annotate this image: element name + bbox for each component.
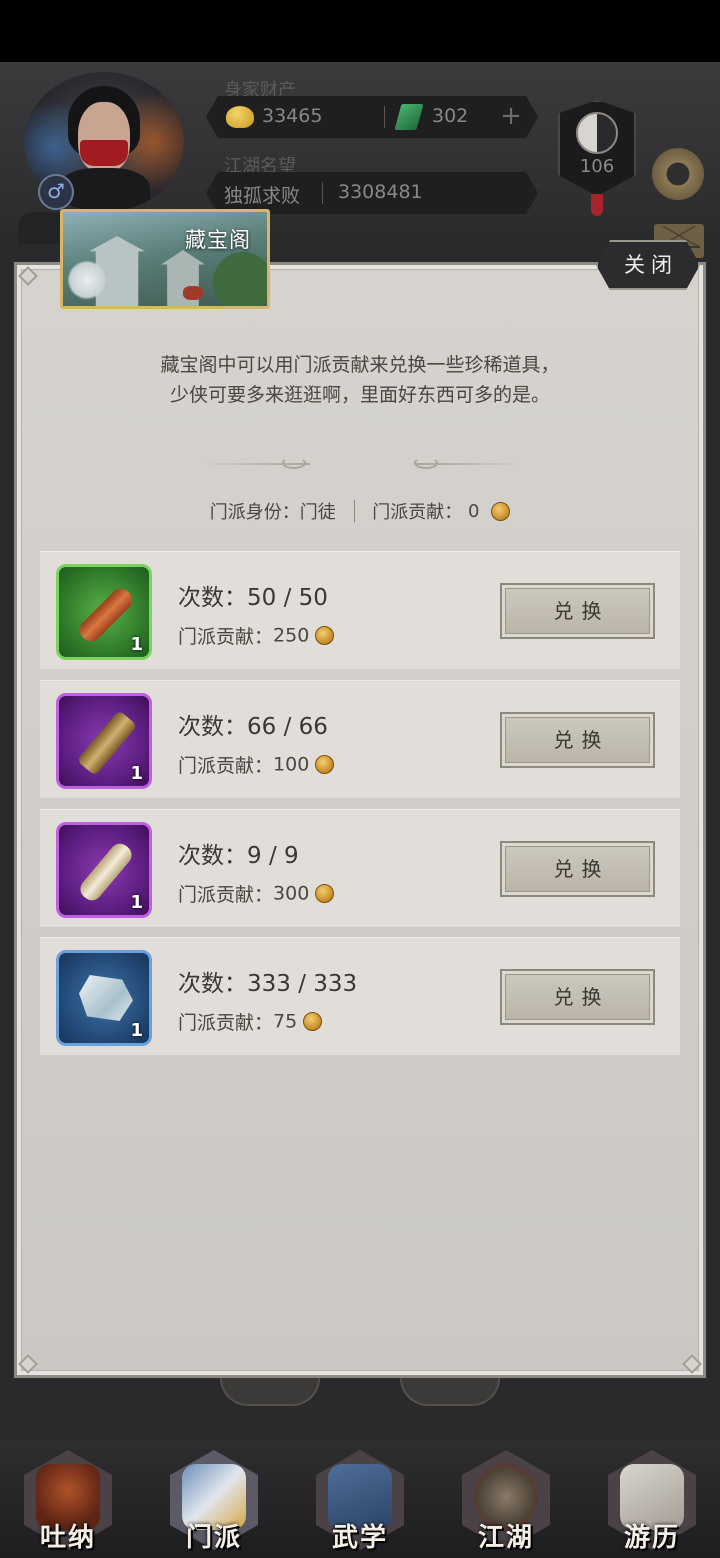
pavilion-tree <box>213 252 267 306</box>
wealth-separator <box>384 106 385 128</box>
add-currency-button[interactable]: + <box>496 102 526 132</box>
fame-bar: 独孤求败 3308481 <box>206 172 538 214</box>
contribution-coin-icon <box>315 884 335 903</box>
player-header: ♂ 身家财产 33465 302 + 江湖名望 独孤求败 3308481 106 <box>0 62 720 258</box>
cost-label: 门派贡献： <box>178 755 274 777</box>
exchange-item-row: 1 次数：9 / 9 门派贡献：300 兑换 <box>40 809 680 927</box>
gem-value: 302 <box>432 105 469 127</box>
gold-value: 33465 <box>262 105 323 127</box>
gold-ingot-icon <box>226 106 254 128</box>
exchange-button[interactable]: 兑换 <box>500 583 655 639</box>
fame-value: 3308481 <box>338 181 423 203</box>
fame-separator <box>322 182 323 204</box>
item-cost: 门派贡献：300 <box>178 880 335 907</box>
cost-value: 75 <box>273 1010 298 1033</box>
exchange-button[interactable]: 兑换 <box>500 712 655 768</box>
close-button[interactable]: 关闭 <box>596 240 700 290</box>
sect-status-line: 门派身份：门徒 门派贡献： 0 <box>0 498 720 524</box>
item-art <box>76 839 136 905</box>
background-ornament <box>400 1378 500 1406</box>
item-art <box>79 975 133 1021</box>
cost-value: 100 <box>273 753 310 776</box>
contribution-value: 0 <box>468 500 480 522</box>
cost-label: 门派贡献： <box>178 1012 274 1034</box>
sect-identity: 门派身份：门徒 <box>209 502 336 523</box>
exchange-item-row: 1 次数：333 / 333 门派贡献：75 兑换 <box>40 937 680 1055</box>
exchange-count: 次数：9 / 9 <box>178 843 299 869</box>
gender-icon: ♂ <box>38 174 74 210</box>
contribution-label: 门派贡献： <box>372 502 463 523</box>
contribution-coin-icon <box>491 501 511 521</box>
exchange-count: 次数：50 / 50 <box>178 585 328 611</box>
cost-label: 门派贡献： <box>178 884 274 906</box>
contribution-coin-icon <box>315 626 335 645</box>
status-separator <box>353 500 355 522</box>
nav-label: 武学 <box>331 1523 388 1553</box>
item-cost: 门派贡献：100 <box>178 751 335 778</box>
nav-item-jianghu[interactable]: 江湖 <box>456 1440 556 1558</box>
background-ornament <box>220 1378 320 1406</box>
red-scroll-icon[interactable]: 1 <box>56 564 152 660</box>
status-bar <box>0 0 720 62</box>
item-cost: 门派贡献：75 <box>178 1008 323 1035</box>
item-art <box>75 584 137 646</box>
nav-item-sect[interactable]: 门派 <box>164 1440 264 1558</box>
panel-corner-ornament <box>18 266 38 286</box>
bottom-nav: 吐纳 门派 武学 江湖 游历 <box>0 1440 720 1558</box>
exchange-count: 次数：66 / 66 <box>178 714 328 740</box>
cost-value: 250 <box>273 624 310 647</box>
pavilion-red-roof <box>183 286 203 300</box>
pavilion-blossom <box>67 260 107 300</box>
exchange-button[interactable]: 兑换 <box>500 841 655 897</box>
panel-corner-ornament <box>682 1354 702 1374</box>
player-level: 106 <box>579 156 615 177</box>
emblem-tassel <box>591 194 603 216</box>
wealth-bar: 33465 302 + <box>206 96 538 138</box>
nav-label: 游历 <box>623 1523 680 1553</box>
exchange-button[interactable]: 兑换 <box>500 969 655 1025</box>
pavilion-title-card: 藏宝阁 <box>60 209 270 309</box>
item-cost: 门派贡献：250 <box>178 622 335 649</box>
cost-label: 门派贡献： <box>178 626 274 648</box>
nav-label: 吐纳 <box>39 1523 96 1553</box>
dialog-title: 藏宝阁 <box>185 228 251 252</box>
nav-item-breathing[interactable]: 吐纳 <box>18 1440 118 1558</box>
description-line-1: 藏宝阁中可以用门派贡献来兑换一些珍稀道具， <box>160 354 560 376</box>
level-emblem[interactable]: 106 <box>558 92 636 216</box>
item-quantity: 1 <box>130 763 143 784</box>
exchange-count: 次数：333 / 333 <box>178 971 358 997</box>
contribution-coin-icon <box>315 755 335 774</box>
gear-icon[interactable] <box>652 148 704 200</box>
item-quantity: 1 <box>130 634 143 655</box>
divider-swirl-left <box>282 457 306 469</box>
description-line-2: 少侠可要多来逛逛啊，里面好东西可多的是。 <box>169 384 550 406</box>
exchange-item-row: 1 次数：66 / 66 门派贡献：100 兑换 <box>40 680 680 798</box>
item-art <box>76 710 138 776</box>
wood-plank-icon[interactable]: 1 <box>56 693 152 789</box>
nav-label: 江湖 <box>477 1523 534 1553</box>
divider-right <box>415 463 525 465</box>
jade-gem-icon <box>395 104 424 130</box>
nav-item-travel[interactable]: 游历 <box>602 1440 702 1558</box>
cost-value: 300 <box>273 882 310 905</box>
item-quantity: 1 <box>130 1020 143 1041</box>
paper-scroll-icon[interactable]: 1 <box>56 822 152 918</box>
nav-item-martial-arts[interactable]: 武学 <box>310 1440 410 1558</box>
panel-corner-ornament <box>18 1354 38 1374</box>
item-quantity: 1 <box>130 892 143 913</box>
yin-yang-icon <box>576 112 618 154</box>
crystal-ore-icon[interactable]: 1 <box>56 950 152 1046</box>
exchange-item-row: 1 次数：50 / 50 门派贡献：250 兑换 <box>40 551 680 669</box>
pavilion-description: 藏宝阁中可以用门派贡献来兑换一些珍稀道具， 少侠可要多来逛逛啊，里面好东西可多的… <box>40 350 680 410</box>
avatar-mask <box>80 140 128 166</box>
player-title: 独孤求败 <box>224 185 301 207</box>
contribution-coin-icon <box>303 1012 323 1031</box>
nav-label: 门派 <box>185 1523 242 1553</box>
